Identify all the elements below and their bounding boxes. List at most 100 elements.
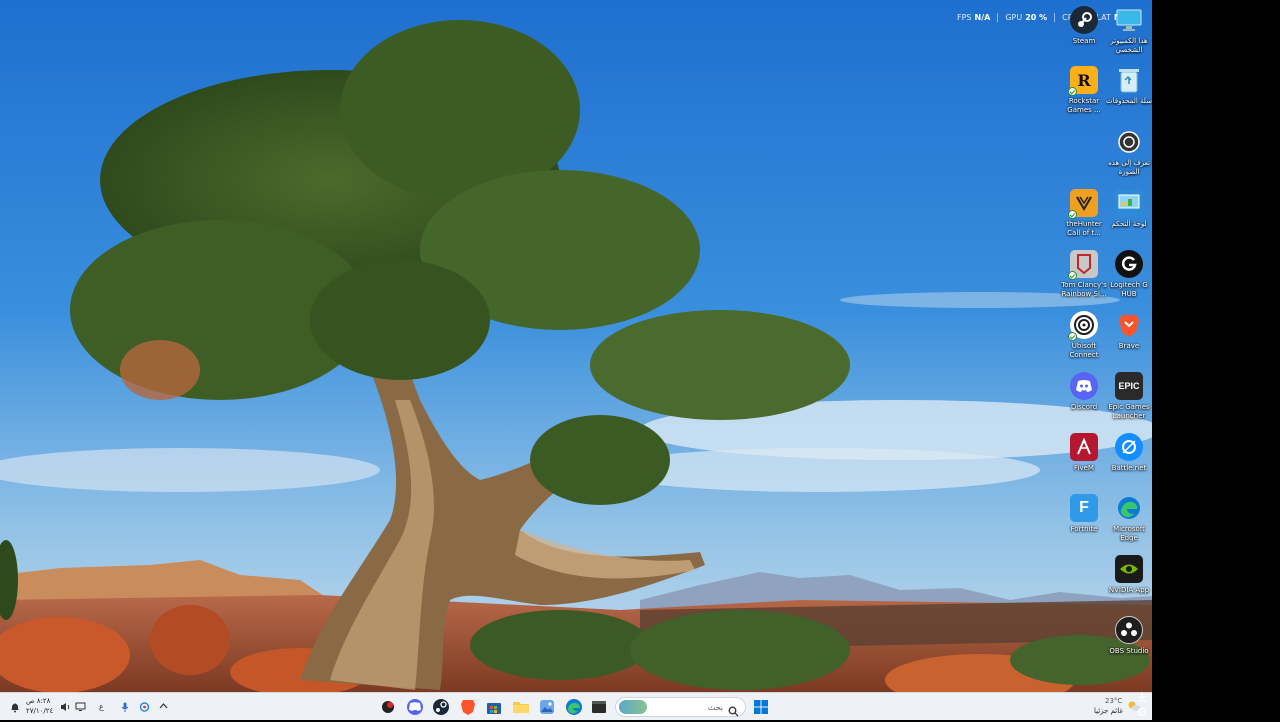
brave-lion-icon — [1115, 311, 1143, 339]
weather-description[interactable]: غائم جزئيا — [1094, 707, 1123, 715]
taskbar-app-terminal[interactable] — [590, 698, 608, 716]
taskbar-app-file-explorer[interactable] — [512, 698, 530, 716]
control-panel-icon — [1115, 189, 1143, 217]
taskbar-app-steam[interactable] — [432, 698, 450, 716]
desktop-icon-edge[interactable]: Microsoft Edge — [1106, 494, 1152, 543]
store-bag-icon — [487, 703, 501, 714]
obs-icon — [1115, 616, 1143, 644]
desktop-icon-recycle-bin[interactable]: سلة المحذوفات — [1106, 66, 1152, 106]
taskbar-app-photos[interactable] — [538, 698, 556, 716]
volume-icon[interactable] — [60, 702, 71, 715]
steam-label: Steam — [1072, 37, 1096, 45]
start-button[interactable] — [752, 698, 770, 716]
taskbar-app-edge[interactable] — [565, 698, 583, 716]
obs-label: OBS Studio — [1109, 647, 1149, 655]
fps-value: N/A — [974, 12, 991, 22]
window-app-icon — [592, 701, 606, 713]
search-icon — [728, 702, 739, 720]
fps-label: FPS — [957, 12, 972, 22]
microphone-icon[interactable] — [121, 702, 129, 716]
battlenet-label: Battle.net — [1111, 464, 1147, 472]
desktop-icon-ubisoft[interactable]: Ubisoft Connect — [1061, 311, 1107, 360]
desktop-icon-logitech[interactable]: Logitech G HUB — [1106, 250, 1152, 299]
discord-label: Discord — [1070, 403, 1098, 411]
desktop-icon-thehunter[interactable]: theHunter Call of t... — [1061, 189, 1107, 238]
search-placeholder: بحث — [707, 702, 723, 712]
edge-browser-icon — [1115, 494, 1143, 522]
sync-check-icon — [1068, 271, 1077, 280]
edge-label: Microsoft Edge — [1113, 525, 1145, 542]
fivem-icon — [1070, 433, 1098, 461]
learn-picture-label: تعرف إلى هذه الصورة — [1108, 159, 1150, 176]
ubisoft-label: Ubisoft Connect — [1069, 342, 1099, 359]
gpu-value: 20 % — [1025, 12, 1048, 22]
this-pc-label: هذا الكمبيوتر الشخصي — [1110, 37, 1148, 54]
sync-check-icon — [1068, 210, 1077, 219]
meet-now-icon[interactable] — [139, 702, 150, 715]
desktop-icon-fivem[interactable]: FiveM — [1061, 433, 1107, 473]
desktop-icon-obs[interactable]: OBS Studio — [1106, 616, 1152, 656]
recycle-bin-label: سلة المحذوفات — [1106, 97, 1152, 105]
thehunter-label: theHunter Call of t... — [1066, 220, 1102, 237]
screen-border — [1137, 0, 1280, 720]
desktop-icon-learn-picture[interactable]: تعرف إلى هذه الصورة — [1106, 128, 1152, 177]
camera-info-icon — [1115, 128, 1143, 156]
taskbar-app-recording[interactable] — [379, 698, 397, 716]
search-highlight-thumbnail — [619, 700, 647, 714]
clock-time[interactable]: ٨:٢٨ ص — [26, 697, 50, 705]
rockstar-icon: R — [1068, 66, 1098, 96]
discord-icon — [1070, 372, 1098, 400]
network-icon[interactable] — [75, 702, 86, 715]
desktop-icon-nvidia[interactable]: NVIDIA App — [1106, 555, 1152, 595]
monitor-icon — [1115, 6, 1143, 34]
battlenet-icon — [1115, 433, 1143, 461]
desktop-icon-battlenet[interactable]: Battle.net — [1106, 433, 1152, 473]
rainbow-six-label: Tom Clancy's Rainbow Si... — [1061, 281, 1107, 298]
desktop-icon-discord[interactable]: Discord — [1061, 372, 1107, 412]
brave-taskbar-icon — [461, 700, 475, 715]
fortnite-label: Fortnite — [1070, 525, 1098, 533]
discord-taskbar-icon — [407, 699, 423, 715]
desktop-icon-fortnite[interactable]: F Fortnite — [1061, 494, 1107, 534]
taskbar-app-store[interactable] — [485, 698, 503, 716]
thehunter-icon — [1068, 189, 1098, 219]
notification-bell-icon[interactable] — [10, 701, 20, 716]
recycle-bin-icon — [1115, 66, 1143, 94]
steam-taskbar-icon — [433, 699, 449, 715]
desktop-icon-rainbow-six[interactable]: Tom Clancy's Rainbow Si... — [1061, 250, 1107, 299]
edge-taskbar-icon — [566, 699, 582, 715]
logitech-label: Logitech G HUB — [1110, 281, 1148, 298]
nvidia-eye-icon — [1115, 555, 1143, 583]
desktop-icon-this-pc[interactable]: هذا الكمبيوتر الشخصي — [1106, 6, 1152, 55]
ubisoft-icon — [1068, 311, 1098, 341]
desktop-icon-epic[interactable]: EPIC Epic Games Launcher — [1106, 372, 1152, 421]
fivem-label: FiveM — [1074, 464, 1094, 472]
taskbar-search-box[interactable]: بحث — [615, 697, 746, 717]
desktop-wallpaper — [0, 0, 1152, 692]
clock-date[interactable]: ٢٧/١٠/٢٤ — [26, 707, 53, 715]
desktop-icon-brave[interactable]: Brave — [1106, 311, 1152, 351]
windows-logo-icon — [754, 700, 768, 714]
control-panel-label: لوحة التحكم — [1111, 220, 1147, 228]
nvidia-label: NVIDIA App — [1108, 586, 1150, 594]
weather-temperature[interactable]: 23°C — [1105, 697, 1122, 705]
steam-icon — [1070, 6, 1098, 34]
fortnite-icon: F — [1070, 494, 1098, 522]
chevron-up-icon[interactable] — [159, 702, 168, 713]
recording-dot-icon — [382, 701, 394, 713]
gpu-label: GPU — [1005, 12, 1023, 22]
settings-gear-icon[interactable] — [1136, 703, 1150, 717]
epic-games-icon: EPIC — [1115, 372, 1143, 400]
taskbar-app-brave[interactable] — [459, 698, 477, 716]
taskbar: ٨:٢٨ ص ٢٧/١٠/٢٤ ع بحث 23°C غائم جزئيا — [0, 692, 1152, 720]
desktop-icon-rockstar[interactable]: R Rockstar Games ... — [1061, 66, 1107, 115]
taskbar-app-discord[interactable] — [406, 698, 424, 716]
desktop-screen: FPS N/A GPU 20 % CPU LAT N/A Steam هذا ا… — [0, 0, 1152, 720]
sync-check-icon — [1068, 87, 1077, 96]
download-icon[interactable] — [1136, 688, 1150, 702]
desktop-icon-control-panel[interactable]: لوحة التحكم — [1106, 189, 1152, 229]
desktop-icon-steam[interactable]: Steam — [1061, 6, 1107, 46]
fps-metric: FPS N/A — [950, 12, 999, 22]
rainbow-six-icon — [1068, 250, 1098, 280]
language-indicator[interactable]: ع — [99, 702, 104, 712]
